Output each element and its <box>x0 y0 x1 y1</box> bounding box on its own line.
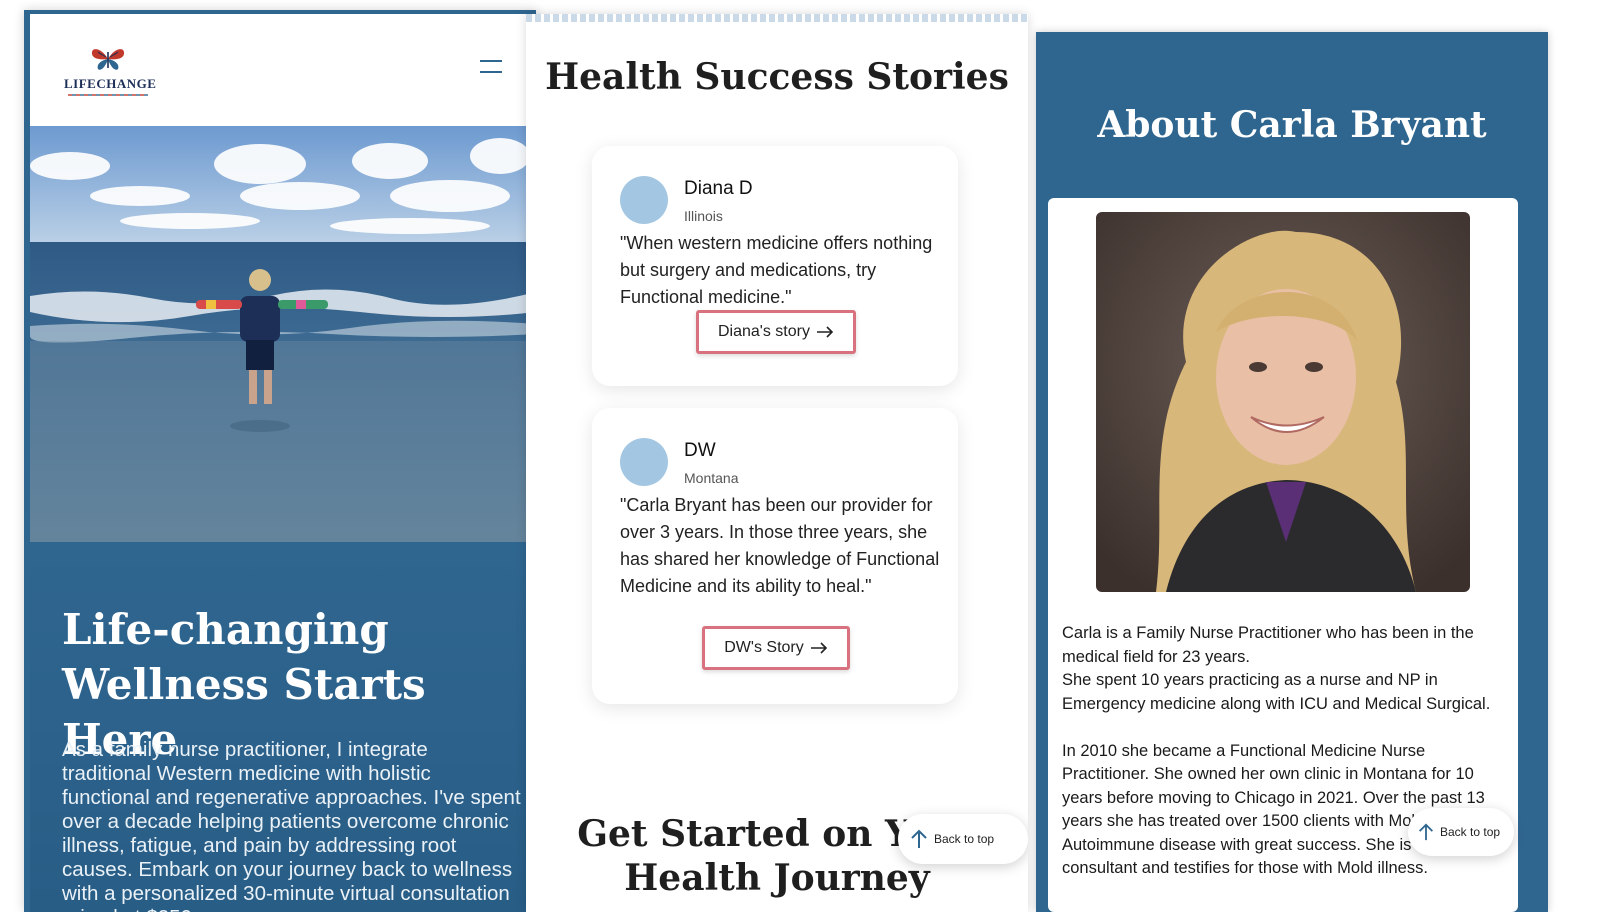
button-label: DW's Story <box>724 639 804 656</box>
arrow-up-icon <box>911 829 927 848</box>
hero-section: Life-changing Wellness Starts Here As a … <box>30 542 536 912</box>
butterfly-logo-icon <box>91 49 125 70</box>
logo-text: LIFECHANGE <box>64 76 157 91</box>
homepage-panel: LIFECHANGE Life-changing Wellness Starts… <box>24 10 536 912</box>
avatar <box>620 176 668 224</box>
back-to-top-label: Back to top <box>1440 825 1501 839</box>
about-card: Carla is a Family Nurse Practitioner who… <box>1048 198 1518 912</box>
menu-bar <box>480 71 502 73</box>
story-location: Montana <box>684 470 739 486</box>
arrow-right-icon <box>816 326 834 338</box>
story-quote: "When western medicine offers nothing bu… <box>620 233 933 307</box>
bio-paragraph: She spent 10 years practicing as a nurse… <box>1062 671 1491 713</box>
success-stories-panel: Health Success Stories Diana D Illinois … <box>526 14 1028 912</box>
avatar <box>620 438 668 486</box>
story-location: Illinois <box>684 208 723 224</box>
site-logo[interactable]: LIFECHANGE <box>64 46 157 96</box>
arrow-up-icon <box>1418 823 1434 841</box>
back-to-top-label: Back to top <box>934 832 995 846</box>
logo-tagline-decoration <box>68 94 148 96</box>
dw-story-button[interactable]: DW's Story <box>702 626 850 670</box>
carla-bryant-portrait <box>1096 212 1470 592</box>
hamburger-menu-icon[interactable] <box>480 60 504 80</box>
screenshot-collage: LIFECHANGE Life-changing Wellness Starts… <box>0 0 1620 912</box>
story-name: DW <box>684 440 716 461</box>
section-title: Health Success Stories <box>545 56 1009 98</box>
back-to-top-button[interactable]: Back to top <box>1408 808 1514 856</box>
about-panel: About Carla Bryant Carla is a Family Nur… <box>1036 32 1548 912</box>
back-to-top-button[interactable]: Back to top <box>898 814 1028 864</box>
story-name: Diana D <box>684 178 753 199</box>
story-quote: "Carla Bryant has been our provider for … <box>620 495 940 596</box>
bio-paragraph: Carla is a Family Nurse Practitioner who… <box>1062 624 1474 666</box>
dianas-story-button[interactable]: Diana's story <box>696 310 856 354</box>
hero-beach-photo <box>30 126 536 542</box>
button-label: Diana's story <box>718 323 810 340</box>
cropped-top-edge <box>526 14 1028 22</box>
menu-bar <box>480 60 502 62</box>
hero-description: As a family nurse practitioner, I integr… <box>62 738 521 912</box>
story-card: DW Montana "Carla Bryant has been our pr… <box>592 408 958 704</box>
about-heading: About Carla Bryant <box>1097 104 1487 146</box>
site-header: LIFECHANGE <box>30 14 536 126</box>
story-card: Diana D Illinois "When western medicine … <box>592 146 958 386</box>
arrow-right-icon <box>810 642 827 654</box>
